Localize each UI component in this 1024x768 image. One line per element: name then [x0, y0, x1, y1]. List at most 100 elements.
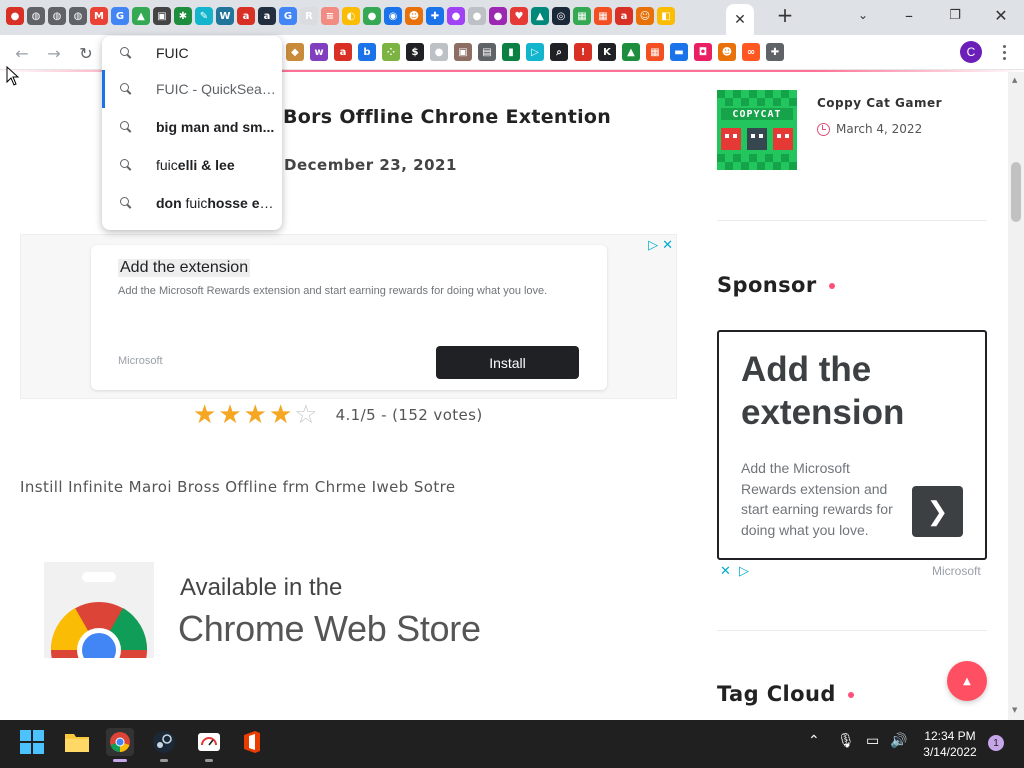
tab-favicon-ask-icon[interactable]: a: [615, 7, 633, 25]
file-explorer-button[interactable]: [63, 728, 91, 756]
star-icon[interactable]: ★: [269, 401, 292, 429]
extensions-icon[interactable]: ✚: [766, 43, 784, 61]
notification-badge[interactable]: 1: [988, 735, 1004, 751]
browser-menu-button[interactable]: [996, 39, 1012, 65]
bookmark-icon[interactable]: ▲: [622, 43, 640, 61]
scroll-to-top-button[interactable]: ▲: [947, 661, 987, 701]
star-icon[interactable]: ★: [244, 401, 267, 429]
chevron-up-icon[interactable]: ⌃: [808, 732, 820, 749]
star-icon[interactable]: ★: [218, 401, 241, 429]
microphone-icon[interactable]: 🎙: [837, 732, 855, 749]
office-taskbar-button[interactable]: [238, 728, 266, 756]
tab-favicon-app-icon[interactable]: ♥: [510, 7, 528, 25]
taskbar-clock[interactable]: 12:34 PM 3/14/2022: [920, 728, 980, 760]
profile-avatar[interactable]: C: [960, 41, 982, 63]
reload-button[interactable]: ↻: [74, 41, 98, 65]
tab-favicon-wordpress-icon[interactable]: W: [216, 7, 234, 25]
chrome-taskbar-button[interactable]: [106, 728, 134, 762]
search-suggestion[interactable]: fuicelli & lee: [102, 146, 282, 184]
tab-favicon-app-icon[interactable]: ◧: [657, 7, 675, 25]
sidebar-ad[interactable]: Add the extension Add the Microsoft Rewa…: [717, 330, 987, 560]
ad-info-icon[interactable]: ▷: [739, 564, 749, 579]
tab-favicon-gmail-icon[interactable]: M: [90, 7, 108, 25]
tab-favicon-app-icon[interactable]: ≡: [321, 7, 339, 25]
tab-favicon-app-icon[interactable]: ✎: [195, 7, 213, 25]
forward-button[interactable]: →: [42, 41, 66, 65]
bookmark-icon[interactable]: $: [406, 43, 424, 61]
bookmark-icon[interactable]: ▷: [526, 43, 544, 61]
recent-post-title[interactable]: Coppy Cat Gamer: [817, 96, 942, 110]
sidebar-ad-choices[interactable]: ✕ ▷: [720, 564, 749, 579]
new-tab-button[interactable]: +: [762, 0, 808, 30]
bookmark-icon[interactable]: b: [358, 43, 376, 61]
search-suggestion[interactable]: FUIC - QuickSear...: [102, 70, 282, 108]
volume-icon[interactable]: 🔊: [890, 732, 907, 749]
bookmark-icon[interactable]: ⌕: [550, 43, 568, 61]
tab-favicon-globe-icon[interactable]: ◍: [48, 7, 66, 25]
app-taskbar-button[interactable]: [195, 728, 223, 762]
tab-favicon-drive-icon[interactable]: ▲: [132, 7, 150, 25]
install-button[interactable]: Install: [436, 346, 579, 379]
rating-stars[interactable]: ★ ★ ★ ★ ☆: [193, 401, 320, 429]
restore-button[interactable]: ❐: [932, 0, 978, 30]
scroll-down-arrow-icon[interactable]: ▼: [1012, 706, 1017, 714]
bookmark-icon[interactable]: ◆: [286, 43, 304, 61]
tab-favicon-app-icon[interactable]: ●: [468, 7, 486, 25]
minimize-button[interactable]: –: [886, 0, 932, 30]
bookmark-icon[interactable]: ●: [430, 43, 448, 61]
scroll-thumb[interactable]: [1011, 162, 1021, 222]
bookmark-icon[interactable]: !: [574, 43, 592, 61]
tab-favicon-app-icon[interactable]: ▣: [153, 7, 171, 25]
tab-favicon-app-icon[interactable]: ✚: [426, 7, 444, 25]
ad-close-icon[interactable]: ✕: [662, 238, 673, 253]
ad-close-icon[interactable]: ✕: [720, 564, 731, 579]
star-icon[interactable]: ★: [193, 401, 216, 429]
search-suggestion[interactable]: big man and sm...: [102, 108, 282, 146]
window-close-button[interactable]: ✕: [978, 0, 1024, 30]
steam-taskbar-button[interactable]: [150, 728, 178, 762]
bookmark-icon[interactable]: w: [310, 43, 328, 61]
ad-choices[interactable]: ▷ ✕: [648, 238, 673, 253]
bookmark-icon[interactable]: ☻: [718, 43, 736, 61]
tab-favicon-red-icon[interactable]: ●: [6, 7, 24, 25]
start-button[interactable]: [18, 728, 46, 756]
tab-favicon-steam-icon[interactable]: ◎: [552, 7, 570, 25]
tab-favicon-google-icon[interactable]: G: [279, 7, 297, 25]
address-input[interactable]: FUIC: [156, 45, 189, 61]
bookmark-icon[interactable]: ▦: [646, 43, 664, 61]
bookmark-icon[interactable]: ∞: [742, 43, 760, 61]
tab-favicon-app-icon[interactable]: ◐: [342, 7, 360, 25]
tab-favicon-app-icon[interactable]: ●: [447, 7, 465, 25]
tab-favicon-globe-icon[interactable]: ◍: [69, 7, 87, 25]
ad-info-icon[interactable]: ▷: [648, 238, 658, 253]
tab-favicon-google-icon[interactable]: G: [111, 7, 129, 25]
tab-favicon-ask-icon[interactable]: a: [237, 7, 255, 25]
bookmark-icon[interactable]: ◘: [694, 43, 712, 61]
address-bar[interactable]: FUIC: [102, 36, 282, 70]
tab-favicon-app-icon[interactable]: ▦: [573, 7, 591, 25]
bookmark-icon[interactable]: ▮: [502, 43, 520, 61]
scroll-up-arrow-icon[interactable]: ▲: [1012, 76, 1017, 84]
tab-favicon-app-icon[interactable]: ☺: [636, 7, 654, 25]
bookmark-icon[interactable]: ▤: [478, 43, 496, 61]
active-tab[interactable]: ✕: [726, 4, 754, 35]
tab-favicon-app-icon[interactable]: ●: [489, 7, 507, 25]
tab-favicon-amazon-icon[interactable]: a: [258, 7, 276, 25]
tab-favicon-app-icon[interactable]: ●: [363, 7, 381, 25]
bookmark-icon[interactable]: ⁘: [382, 43, 400, 61]
chrome-web-store-logo[interactable]: [44, 562, 154, 658]
search-suggestion[interactable]: don fuichosse es...: [102, 184, 282, 222]
ad-card[interactable]: Add the extension Add the Microsoft Rewa…: [91, 245, 607, 390]
recent-post-thumbnail[interactable]: COPYCAT: [717, 90, 797, 170]
tab-favicon-microsoft-icon[interactable]: ▦: [594, 7, 612, 25]
tab-favicon-app-icon[interactable]: ◉: [384, 7, 402, 25]
bookmark-icon[interactable]: ▬: [670, 43, 688, 61]
tab-favicon-globe-icon[interactable]: ◍: [27, 7, 45, 25]
bookmark-icon[interactable]: a: [334, 43, 352, 61]
bookmark-icon[interactable]: ▣: [454, 43, 472, 61]
sidebar-ad-arrow-button[interactable]: ❯: [912, 486, 963, 537]
tab-favicon-app-icon[interactable]: ☻: [405, 7, 423, 25]
back-button[interactable]: ←: [10, 41, 34, 65]
tab-favicon-app-icon[interactable]: ✱: [174, 7, 192, 25]
tab-favicon-app-icon[interactable]: R: [300, 7, 318, 25]
